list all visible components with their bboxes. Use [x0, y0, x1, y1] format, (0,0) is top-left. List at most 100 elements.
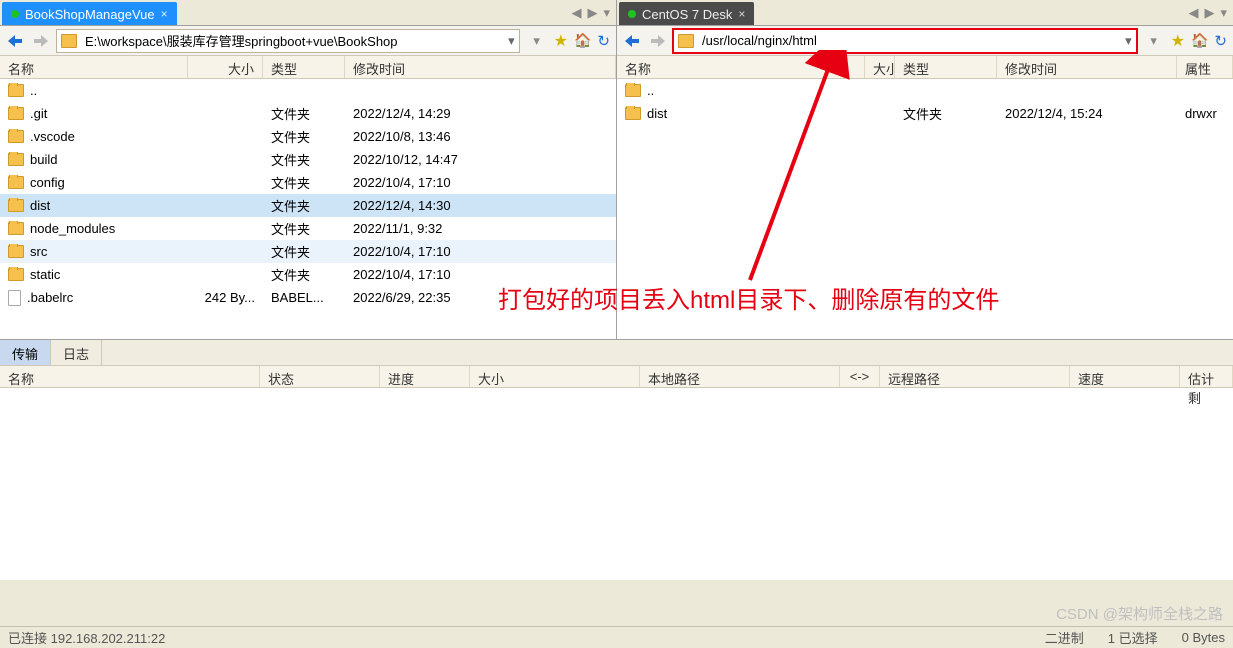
forward-button[interactable]	[30, 30, 52, 52]
folder-icon	[8, 199, 24, 212]
cell-date: 2022/10/4, 17:10	[345, 267, 616, 282]
cell-name: build	[0, 152, 188, 167]
back-button[interactable]	[4, 30, 26, 52]
th-rpath[interactable]: 远程路径	[880, 366, 1070, 387]
home-icon[interactable]: 🏠	[1191, 32, 1208, 49]
file-name: .babelrc	[27, 290, 73, 305]
right-path-input[interactable]	[700, 32, 1119, 49]
cell-date: 2022/10/12, 14:47	[345, 152, 616, 167]
col-name[interactable]: 名称	[0, 56, 188, 78]
th-arrow[interactable]: <->	[840, 366, 880, 387]
folder-icon	[625, 84, 641, 97]
watermark: CSDN @架构师全栈之路	[1056, 603, 1223, 624]
th-name[interactable]: 名称	[0, 366, 260, 387]
cell-name: config	[0, 175, 188, 190]
close-icon[interactable]: ×	[161, 7, 168, 21]
table-row[interactable]: dist文件夹2022/12/4, 14:30	[0, 194, 616, 217]
left-list-header: 名称 大小 类型 修改时间	[0, 56, 616, 79]
cell-size: 242 By...	[188, 290, 263, 305]
th-status[interactable]: 状态	[260, 366, 380, 387]
forward-button[interactable]	[647, 30, 669, 52]
refresh-icon[interactable]: ↻	[597, 32, 610, 50]
star-icon[interactable]: ★	[1171, 31, 1185, 51]
folder-icon	[8, 268, 24, 281]
tab-log[interactable]: 日志	[51, 340, 102, 365]
table-row[interactable]: ..	[0, 79, 616, 102]
folder-icon	[8, 107, 24, 120]
file-name: config	[30, 175, 65, 190]
nav-down-icon[interactable]: ▾	[526, 30, 548, 52]
col-name[interactable]: 名称	[617, 56, 865, 78]
col-date[interactable]: 修改时间	[345, 56, 616, 78]
star-icon[interactable]: ★	[554, 31, 568, 51]
th-size[interactable]: 大小	[470, 366, 640, 387]
col-type[interactable]: 类型	[895, 56, 997, 78]
table-row[interactable]: src文件夹2022/10/4, 17:10	[0, 240, 616, 263]
tab-centos[interactable]: CentOS 7 Desk ×	[619, 2, 754, 25]
file-name: dist	[30, 198, 50, 213]
table-row[interactable]: config 文件夹2022/10/4, 17:10	[0, 171, 616, 194]
status-dot-icon	[11, 10, 19, 18]
chevron-right-icon[interactable]: ▶	[1204, 5, 1214, 21]
right-path-box[interactable]: ▾	[673, 29, 1137, 53]
cell-type: 文件夹	[263, 173, 345, 192]
th-prog[interactable]: 进度	[380, 366, 470, 387]
tab-transfer[interactable]: 传输	[0, 340, 51, 365]
home-icon[interactable]: 🏠	[574, 32, 591, 49]
left-file-list[interactable]: ...git文件夹2022/12/4, 14:29.vscode文件夹2022/…	[0, 79, 616, 339]
chevron-down-icon[interactable]: ▾	[603, 5, 610, 21]
cell-date: 2022/12/4, 14:30	[345, 198, 616, 213]
table-row[interactable]: .vscode文件夹2022/10/8, 13:46	[0, 125, 616, 148]
log-tab-bar: 传输 日志	[0, 340, 1233, 366]
cell-name: dist	[0, 198, 188, 213]
tab-title: CentOS 7 Desk	[642, 7, 732, 22]
col-attr[interactable]: 属性	[1177, 56, 1233, 78]
cell-date: 2022/12/4, 15:24	[997, 106, 1177, 121]
folder-icon	[61, 34, 77, 48]
table-row[interactable]: static文件夹2022/10/4, 17:10	[0, 263, 616, 286]
close-icon[interactable]: ×	[738, 7, 745, 21]
left-path-box[interactable]: ▾	[56, 29, 520, 53]
col-date[interactable]: 修改时间	[997, 56, 1177, 78]
right-tab-bar: CentOS 7 Desk × ◀ ▶ ▾	[617, 0, 1233, 26]
nav-down-icon[interactable]: ▾	[1143, 30, 1165, 52]
th-lpath[interactable]: 本地路径	[640, 366, 840, 387]
table-row[interactable]: node_modules文件夹2022/11/1, 9:32	[0, 217, 616, 240]
col-size[interactable]: 大小	[188, 56, 263, 78]
chevron-left-icon[interactable]: ◀	[571, 5, 581, 21]
folder-icon	[8, 153, 24, 166]
cell-name: .babelrc	[0, 290, 188, 306]
table-row[interactable]: ..	[617, 79, 1233, 102]
chevron-down-icon[interactable]: ▾	[1220, 5, 1227, 21]
left-toolbar: ▾ ▾ ★ 🏠 ↻	[0, 26, 616, 56]
dropdown-icon[interactable]: ▾	[508, 33, 515, 49]
cell-type: 文件夹	[263, 150, 345, 169]
chevron-left-icon[interactable]: ◀	[1188, 5, 1198, 21]
dropdown-icon[interactable]: ▾	[1125, 33, 1132, 49]
col-type[interactable]: 类型	[263, 56, 345, 78]
th-eta[interactable]: 估计剩	[1180, 366, 1233, 387]
right-pane: CentOS 7 Desk × ◀ ▶ ▾ ▾ ▾ ★ 🏠 ↻	[617, 0, 1233, 339]
file-name: ..	[30, 83, 37, 98]
tab-nav-mini: ◀ ▶ ▾	[565, 0, 616, 25]
cell-type: BABEL...	[263, 290, 345, 305]
cell-name: .vscode	[0, 129, 188, 144]
th-speed[interactable]: 速度	[1070, 366, 1180, 387]
refresh-icon[interactable]: ↻	[1214, 32, 1227, 50]
right-file-list[interactable]: ..dist文件夹2022/12/4, 15:24drwxr	[617, 79, 1233, 339]
right-list-header: 名称 大小 类型 修改时间 属性	[617, 56, 1233, 79]
folder-icon	[8, 222, 24, 235]
tab-bookshop[interactable]: BookShopManageVue ×	[2, 2, 177, 25]
table-row[interactable]: build 文件夹2022/10/12, 14:47	[0, 148, 616, 171]
col-size[interactable]: 大小	[865, 56, 895, 78]
table-row[interactable]: dist文件夹2022/12/4, 15:24drwxr	[617, 102, 1233, 125]
file-name: .git	[30, 106, 47, 121]
left-path-input[interactable]	[83, 32, 502, 49]
back-button[interactable]	[621, 30, 643, 52]
table-row[interactable]: .git文件夹2022/12/4, 14:29	[0, 102, 616, 125]
cell-date: 2022/10/4, 17:10	[345, 175, 616, 190]
chevron-right-icon[interactable]: ▶	[587, 5, 597, 21]
folder-icon	[8, 84, 24, 97]
table-row[interactable]: .babelrc242 By...BABEL...2022/6/29, 22:3…	[0, 286, 616, 309]
file-name: static	[30, 267, 60, 282]
